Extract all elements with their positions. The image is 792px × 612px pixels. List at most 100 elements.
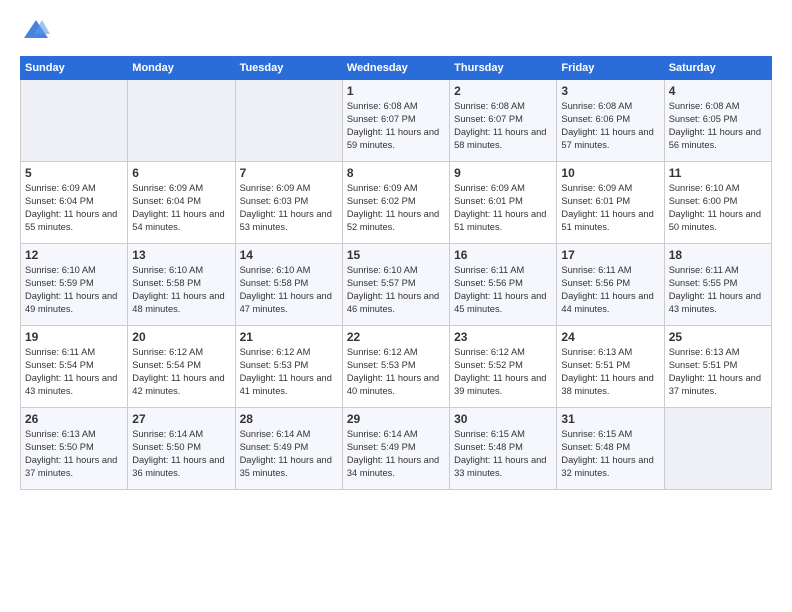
day-cell: 2 Sunrise: 6:08 AMSunset: 6:07 PMDaylight… xyxy=(450,80,557,162)
day-cell: 21Sunrise: 6:12 AMSunset: 5:53 PMDayligh… xyxy=(235,326,342,408)
week-row-1: 1Sunrise: 6:08 AMSunset: 6:07 PMDaylight… xyxy=(21,80,772,162)
day-cell: 18 Sunrise: 6:11 AMSunset: 5:55 PMDayligh… xyxy=(664,244,771,326)
day-number: 21 xyxy=(240,330,338,344)
day-cell: 17Sunrise: 6:11 AMSunset: 5:56 PMDayligh… xyxy=(557,244,664,326)
day-number: 20 xyxy=(132,330,230,344)
cell-content: Sunrise: 6:15 AMSunset: 5:48 PMDaylight:… xyxy=(454,428,552,480)
cell-content: Sunrise: 6:14 AMSunset: 5:49 PMDaylight:… xyxy=(347,428,445,480)
day-number: 11 xyxy=(669,166,767,180)
cell-content: Sunrise: 6:13 AMSunset: 5:51 PMDaylight:… xyxy=(669,346,767,398)
logo xyxy=(20,16,50,44)
cell-content: Sunrise: 6:10 AMSunset: 5:57 PMDaylight:… xyxy=(347,264,445,316)
cell-content: Sunrise: 6:12 AMSunset: 5:53 PMDaylight:… xyxy=(347,346,445,398)
day-number: 18 xyxy=(669,248,767,262)
day-cell: 15 Sunrise: 6:10 AMSunset: 5:57 PMDayligh… xyxy=(342,244,449,326)
cell-content: Sunrise: 6:11 AMSunset: 5:56 PMDaylight:… xyxy=(561,264,659,316)
day-cell: 19 Sunrise: 6:11 AMSunset: 5:54 PMDayligh… xyxy=(21,326,128,408)
day-number: 13 xyxy=(132,248,230,262)
cell-content: Sunrise: 6:10 AMSunset: 5:58 PMDaylight:… xyxy=(240,264,338,316)
cell-content: Sunrise: 6:12 AMSunset: 5:52 PMDaylight:… xyxy=(454,346,552,398)
day-number: 28 xyxy=(240,412,338,426)
day-cell: 20 Sunrise: 6:12 AMSunset: 5:54 PMDayligh… xyxy=(128,326,235,408)
day-number: 31 xyxy=(561,412,659,426)
day-cell: 31 Sunrise: 6:15 AMSunset: 5:48 PMDayligh… xyxy=(557,408,664,490)
day-number: 3 xyxy=(561,84,659,98)
day-cell: 28 Sunrise: 6:14 AMSunset: 5:49 PMDayligh… xyxy=(235,408,342,490)
col-header-friday: Friday xyxy=(557,57,664,80)
cell-content: Sunrise: 6:10 AMSunset: 5:59 PMDaylight:… xyxy=(25,264,123,316)
col-header-saturday: Saturday xyxy=(664,57,771,80)
day-number: 23 xyxy=(454,330,552,344)
cell-content: Sunrise: 6:10 AMSunset: 6:00 PMDaylight:… xyxy=(669,182,767,234)
calendar-page: SundayMondayTuesdayWednesdayThursdayFrid… xyxy=(0,0,792,612)
week-row-5: 26 Sunrise: 6:13 AMSunset: 5:50 PMDayligh… xyxy=(21,408,772,490)
day-number: 8 xyxy=(347,166,445,180)
day-cell: 1Sunrise: 6:08 AMSunset: 6:07 PMDaylight… xyxy=(342,80,449,162)
day-cell xyxy=(235,80,342,162)
col-header-wednesday: Wednesday xyxy=(342,57,449,80)
col-header-thursday: Thursday xyxy=(450,57,557,80)
day-number: 24 xyxy=(561,330,659,344)
day-number: 16 xyxy=(454,248,552,262)
day-number: 14 xyxy=(240,248,338,262)
cell-content: Sunrise: 6:10 AMSunset: 5:58 PMDaylight:… xyxy=(132,264,230,316)
cell-content: Sunrise: 6:08 AMSunset: 6:07 PMDaylight:… xyxy=(454,100,552,152)
day-cell: 3Sunrise: 6:08 AMSunset: 6:06 PMDaylight… xyxy=(557,80,664,162)
cell-content: Sunrise: 6:14 AMSunset: 5:49 PMDaylight:… xyxy=(240,428,338,480)
cell-content: Sunrise: 6:12 AMSunset: 5:54 PMDaylight:… xyxy=(132,346,230,398)
cell-content: Sunrise: 6:09 AMSunset: 6:02 PMDaylight:… xyxy=(347,182,445,234)
cell-content: Sunrise: 6:11 AMSunset: 5:55 PMDaylight:… xyxy=(669,264,767,316)
day-cell xyxy=(128,80,235,162)
day-number: 29 xyxy=(347,412,445,426)
day-cell: 7 Sunrise: 6:09 AMSunset: 6:03 PMDaylight… xyxy=(235,162,342,244)
header-row: SundayMondayTuesdayWednesdayThursdayFrid… xyxy=(21,57,772,80)
logo-icon xyxy=(22,16,50,44)
day-number: 7 xyxy=(240,166,338,180)
day-number: 26 xyxy=(25,412,123,426)
day-cell: 24 Sunrise: 6:13 AMSunset: 5:51 PMDayligh… xyxy=(557,326,664,408)
day-number: 6 xyxy=(132,166,230,180)
day-cell: 9Sunrise: 6:09 AMSunset: 6:01 PMDaylight… xyxy=(450,162,557,244)
week-row-4: 19 Sunrise: 6:11 AMSunset: 5:54 PMDayligh… xyxy=(21,326,772,408)
day-number: 15 xyxy=(347,248,445,262)
col-header-monday: Monday xyxy=(128,57,235,80)
cell-content: Sunrise: 6:11 AMSunset: 5:56 PMDaylight:… xyxy=(454,264,552,316)
cell-content: Sunrise: 6:13 AMSunset: 5:50 PMDaylight:… xyxy=(25,428,123,480)
week-row-2: 5 Sunrise: 6:09 AMSunset: 6:04 PMDaylight… xyxy=(21,162,772,244)
day-cell: 13 Sunrise: 6:10 AMSunset: 5:58 PMDayligh… xyxy=(128,244,235,326)
day-cell: 11 Sunrise: 6:10 AMSunset: 6:00 PMDayligh… xyxy=(664,162,771,244)
day-cell: 25 Sunrise: 6:13 AMSunset: 5:51 PMDayligh… xyxy=(664,326,771,408)
cell-content: Sunrise: 6:09 AMSunset: 6:01 PMDaylight:… xyxy=(561,182,659,234)
day-cell: 6 Sunrise: 6:09 AMSunset: 6:04 PMDaylight… xyxy=(128,162,235,244)
day-cell: 14 Sunrise: 6:10 AMSunset: 5:58 PMDayligh… xyxy=(235,244,342,326)
day-number: 4 xyxy=(669,84,767,98)
col-header-sunday: Sunday xyxy=(21,57,128,80)
day-cell: 29 Sunrise: 6:14 AMSunset: 5:49 PMDayligh… xyxy=(342,408,449,490)
cell-content: Sunrise: 6:08 AMSunset: 6:05 PMDaylight:… xyxy=(669,100,767,152)
cell-content: Sunrise: 6:09 AMSunset: 6:03 PMDaylight:… xyxy=(240,182,338,234)
day-cell: 10 Sunrise: 6:09 AMSunset: 6:01 PMDayligh… xyxy=(557,162,664,244)
day-cell xyxy=(664,408,771,490)
cell-content: Sunrise: 6:11 AMSunset: 5:54 PMDaylight:… xyxy=(25,346,123,398)
day-number: 10 xyxy=(561,166,659,180)
cell-content: Sunrise: 6:09 AMSunset: 6:04 PMDaylight:… xyxy=(25,182,123,234)
day-cell: 23 Sunrise: 6:12 AMSunset: 5:52 PMDayligh… xyxy=(450,326,557,408)
calendar-table: SundayMondayTuesdayWednesdayThursdayFrid… xyxy=(20,56,772,490)
day-number: 2 xyxy=(454,84,552,98)
day-cell: 5 Sunrise: 6:09 AMSunset: 6:04 PMDaylight… xyxy=(21,162,128,244)
day-number: 22 xyxy=(347,330,445,344)
day-cell: 30Sunrise: 6:15 AMSunset: 5:48 PMDayligh… xyxy=(450,408,557,490)
week-row-3: 12 Sunrise: 6:10 AMSunset: 5:59 PMDayligh… xyxy=(21,244,772,326)
cell-content: Sunrise: 6:09 AMSunset: 6:04 PMDaylight:… xyxy=(132,182,230,234)
col-header-tuesday: Tuesday xyxy=(235,57,342,80)
day-number: 12 xyxy=(25,248,123,262)
day-number: 5 xyxy=(25,166,123,180)
cell-content: Sunrise: 6:15 AMSunset: 5:48 PMDaylight:… xyxy=(561,428,659,480)
day-number: 19 xyxy=(25,330,123,344)
day-cell: 27Sunrise: 6:14 AMSunset: 5:50 PMDayligh… xyxy=(128,408,235,490)
day-number: 9 xyxy=(454,166,552,180)
day-number: 27 xyxy=(132,412,230,426)
day-number: 25 xyxy=(669,330,767,344)
day-cell xyxy=(21,80,128,162)
cell-content: Sunrise: 6:13 AMSunset: 5:51 PMDaylight:… xyxy=(561,346,659,398)
